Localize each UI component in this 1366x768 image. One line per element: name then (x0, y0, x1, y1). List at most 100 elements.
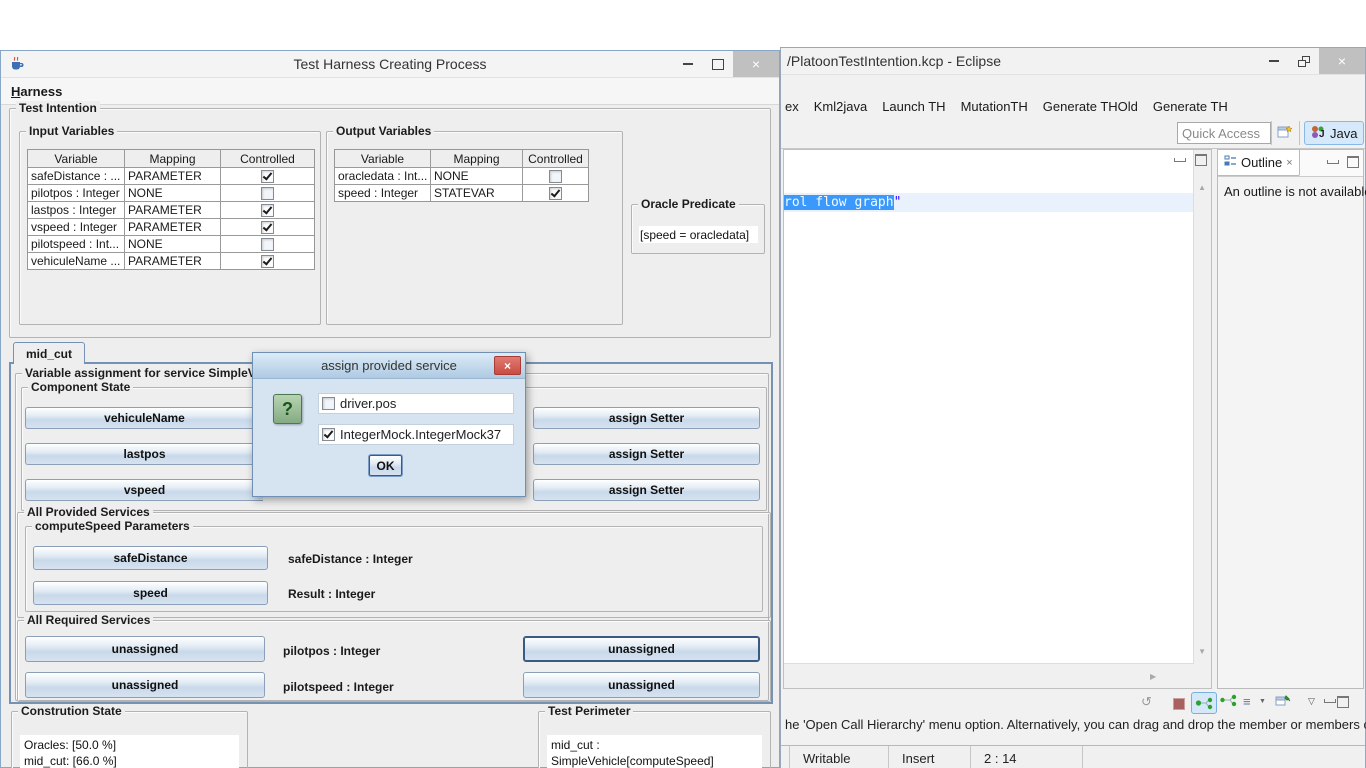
harness-menubar: Harness (1, 78, 779, 105)
menu-item-harness[interactable]: Harness (11, 84, 62, 99)
tab-outline-label: Outline (1241, 155, 1282, 170)
code-editor[interactable]: rol flow graph" ▲ ▼ ▶ (783, 149, 1212, 689)
minimize-view-icon[interactable] (1327, 160, 1339, 164)
eclipse-titlebar[interactable]: /PlatoonTestIntention.kcp - Eclipse × (781, 48, 1365, 75)
service-checkbox[interactable] (322, 397, 335, 410)
stop-icon[interactable] (1173, 698, 1185, 710)
variable-cell[interactable]: speed : Integer (335, 185, 430, 201)
column-header[interactable]: Mapping (430, 150, 522, 167)
close-button[interactable]: × (1319, 48, 1365, 74)
computespeed-parameters-label: computeSpeed Parameters (32, 519, 193, 533)
perimeter-entry: mid_cut : SimpleVehicle[computeSpeed] (551, 737, 758, 768)
table-row: safeDistance : ... PARAMETER (28, 167, 314, 184)
variable-cell[interactable]: pilotpos : Integer (28, 185, 124, 201)
minimize-view-icon[interactable] (1174, 158, 1186, 162)
oracle-predicate-label: Oracle Predicate (638, 197, 739, 211)
mapping-cell[interactable]: STATEVAR (430, 185, 522, 201)
assign-setter-button[interactable]: assign Setter (533, 443, 760, 465)
service-checkbox[interactable] (322, 428, 335, 441)
unassigned-button[interactable]: unassigned (523, 672, 760, 698)
close-button[interactable]: × (733, 51, 779, 77)
column-header[interactable]: Controlled (522, 150, 588, 167)
controlled-checkbox[interactable] (261, 187, 274, 200)
pin-view-icon[interactable] (1275, 694, 1291, 708)
variable-cell[interactable]: safeDistance : ... (28, 168, 124, 184)
quick-access-input[interactable] (1177, 122, 1271, 144)
ok-button[interactable]: OK (369, 455, 402, 476)
java-perspective-button[interactable]: J Java (1304, 121, 1364, 145)
status-bar: Writable Insert 2 : 14 (781, 745, 1365, 768)
maximize-view-icon[interactable] (1195, 154, 1207, 166)
assign-setter-button[interactable]: assign Setter (533, 479, 760, 501)
minimize-icon[interactable] (1269, 60, 1279, 62)
column-header[interactable]: Controlled (220, 150, 314, 167)
variable-cell[interactable]: oracledata : Int... (335, 168, 430, 184)
eclipse-window-controls: × (1259, 48, 1365, 74)
variable-cell[interactable]: lastpos : Integer (28, 202, 124, 218)
menu-item-kml2java[interactable]: Kml2java (814, 99, 867, 114)
tab-outline[interactable]: Outline × (1218, 150, 1300, 176)
variable-cell[interactable]: vehiculeName ... (28, 253, 124, 269)
unassigned-button[interactable]: unassigned (25, 672, 265, 698)
controlled-checkbox[interactable] (549, 170, 562, 183)
controlled-checkbox[interactable] (261, 255, 274, 268)
minimize-icon[interactable] (683, 63, 693, 65)
column-header[interactable]: Variable (28, 150, 124, 167)
horizontal-scrollbar[interactable] (784, 663, 1194, 688)
restore-icon[interactable] (1298, 56, 1310, 67)
lastpos-button[interactable]: lastpos (25, 443, 263, 465)
controlled-checkbox[interactable] (261, 221, 274, 234)
menu-item-generate-th[interactable]: Generate TH (1153, 99, 1228, 114)
variable-cell[interactable]: vspeed : Integer (28, 219, 124, 235)
unassigned-button[interactable]: unassigned (523, 636, 760, 662)
eclipse-toolbar: J Java (781, 119, 1365, 149)
caller-hierarchy-button[interactable] (1191, 692, 1217, 714)
view-menu-icon[interactable]: ▽ (1308, 696, 1315, 707)
column-header[interactable]: Mapping (124, 150, 220, 167)
close-tab-icon[interactable]: × (1286, 157, 1292, 169)
menu-item-ex[interactable]: ex (785, 99, 799, 114)
mapping-cell[interactable]: PARAMETER (124, 253, 220, 269)
assign-setter-button[interactable]: assign Setter (533, 407, 760, 429)
outline-view: Outline × An outline is not available. (1217, 149, 1364, 689)
menu-item-mutationth[interactable]: MutationTH (961, 99, 1028, 114)
dialog-titlebar[interactable]: assign provided service × (253, 353, 525, 379)
mapping-cell[interactable]: NONE (430, 168, 522, 184)
variable-cell[interactable]: pilotspeed : Int... (28, 236, 124, 252)
controlled-cell (220, 253, 314, 269)
maximize-view-icon[interactable] (1347, 156, 1359, 168)
vertical-scrollbar[interactable] (1193, 150, 1211, 688)
scroll-down-icon[interactable]: ▼ (1198, 647, 1206, 656)
vehiculename-button[interactable]: vehiculeName (25, 407, 263, 429)
refresh-icon[interactable]: ↺ (1141, 694, 1152, 710)
menu-item-launch-th[interactable]: Launch TH (882, 99, 945, 114)
column-header[interactable]: Variable (335, 150, 430, 167)
minimize-view-icon[interactable] (1324, 699, 1336, 703)
mapping-cell[interactable]: NONE (124, 236, 220, 252)
maximize-view-icon[interactable] (1337, 696, 1349, 708)
harness-titlebar[interactable]: Test Harness Creating Process × (1, 51, 779, 78)
unassigned-button[interactable]: unassigned (25, 636, 265, 662)
list-layout-icon[interactable]: ≡ (1243, 694, 1251, 709)
controlled-checkbox[interactable] (261, 170, 274, 183)
controlled-checkbox[interactable] (261, 204, 274, 217)
close-button[interactable]: × (494, 356, 521, 375)
mapping-cell[interactable]: PARAMETER (124, 168, 220, 184)
mapping-cell[interactable]: PARAMETER (124, 202, 220, 218)
controlled-checkbox[interactable] (549, 187, 562, 200)
maximize-icon[interactable] (712, 59, 724, 70)
controlled-checkbox[interactable] (261, 238, 274, 251)
tab-mid-cut[interactable]: mid_cut (13, 342, 85, 364)
safedistance-button[interactable]: safeDistance (33, 546, 268, 570)
scroll-up-icon[interactable]: ▲ (1198, 183, 1206, 192)
open-perspective-icon[interactable] (1277, 124, 1293, 144)
selected-text[interactable]: rol flow graph (784, 195, 894, 210)
dropdown-icon[interactable]: ▼ (1259, 698, 1266, 705)
scroll-right-icon[interactable]: ▶ (1150, 672, 1156, 681)
speed-button[interactable]: speed (33, 581, 268, 605)
mapping-cell[interactable]: PARAMETER (124, 219, 220, 235)
mapping-cell[interactable]: NONE (124, 185, 220, 201)
menu-item-generate-thold[interactable]: Generate THOld (1043, 99, 1138, 114)
callee-hierarchy-icon[interactable] (1219, 694, 1237, 707)
vspeed-button[interactable]: vspeed (25, 479, 263, 501)
